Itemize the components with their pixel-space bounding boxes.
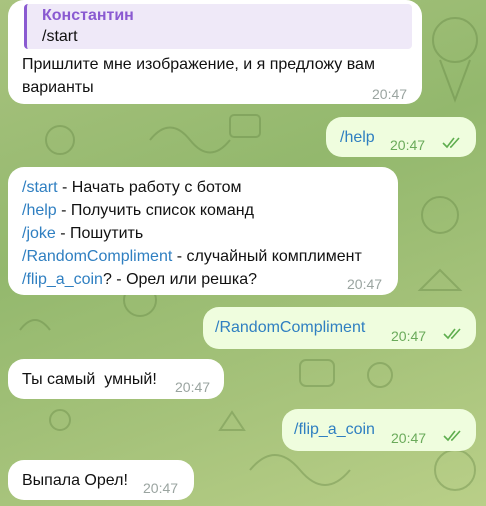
incoming-message[interactable]: /start - Начать работу с ботом /help - П… [8, 167, 398, 295]
command-list-item: /RandomCompliment - случайный комплимент [22, 245, 362, 268]
message-time: 20:47 [391, 328, 427, 344]
incoming-message[interactable]: Ты самый умный! 20:47 [8, 359, 224, 399]
command-link[interactable]: /RandomCompliment [215, 316, 365, 339]
double-check-icon [443, 430, 461, 442]
reply-quote[interactable]: Константин /start [24, 4, 412, 49]
reply-author: Константин [42, 7, 134, 24]
command-link[interactable]: /help [22, 202, 57, 219]
command-list-item: /help - Получить список команд [22, 199, 254, 222]
command-description: - Получить список команд [56, 202, 254, 219]
command-link[interactable]: /flip_a_coin [22, 271, 103, 288]
outgoing-message[interactable]: /help 20:47 [326, 117, 476, 157]
message-text: варианты [22, 79, 94, 96]
message-time: 20:47 [143, 480, 179, 496]
command-link[interactable]: /start [22, 179, 58, 196]
command-link[interactable]: /flip_a_coin [294, 418, 375, 441]
message-time: 20:47 [391, 430, 427, 446]
reply-text: /start [42, 28, 78, 45]
command-link[interactable]: /help [340, 126, 375, 149]
command-link[interactable]: /joke [22, 225, 56, 242]
command-description: - Пошутить [55, 225, 144, 242]
command-link[interactable]: /RandomCompliment [22, 248, 172, 265]
double-check-icon [442, 137, 460, 149]
command-description: - случайный комплимент [172, 248, 362, 265]
incoming-message[interactable]: Выпала Орел! 20:47 [8, 460, 194, 500]
command-list-item: /start - Начать работу с ботом [22, 176, 242, 199]
double-check-icon [443, 328, 461, 340]
message-text: Ты самый умный! [22, 371, 157, 388]
message-time: 20:47 [372, 86, 408, 102]
message-time: 20:47 [390, 137, 426, 153]
message-text: Пришлите мне изображение, и я предложу в… [22, 56, 375, 73]
command-description: - Начать работу с ботом [57, 179, 242, 196]
outgoing-message[interactable]: /flip_a_coin 20:47 [282, 409, 476, 451]
message-time: 20:47 [347, 276, 383, 292]
message-text: Выпала Орел! [22, 472, 128, 489]
command-list-item: /joke - Пошутить [22, 222, 143, 245]
command-list-item: /flip_a_coin? - Орел или решка? [22, 268, 257, 291]
message-time: 20:47 [175, 379, 211, 395]
command-description: ? - Орел или решка? [102, 271, 257, 288]
outgoing-message[interactable]: /RandomCompliment 20:47 [203, 307, 476, 349]
incoming-message[interactable]: Константин /start Пришлите мне изображен… [8, 0, 422, 104]
